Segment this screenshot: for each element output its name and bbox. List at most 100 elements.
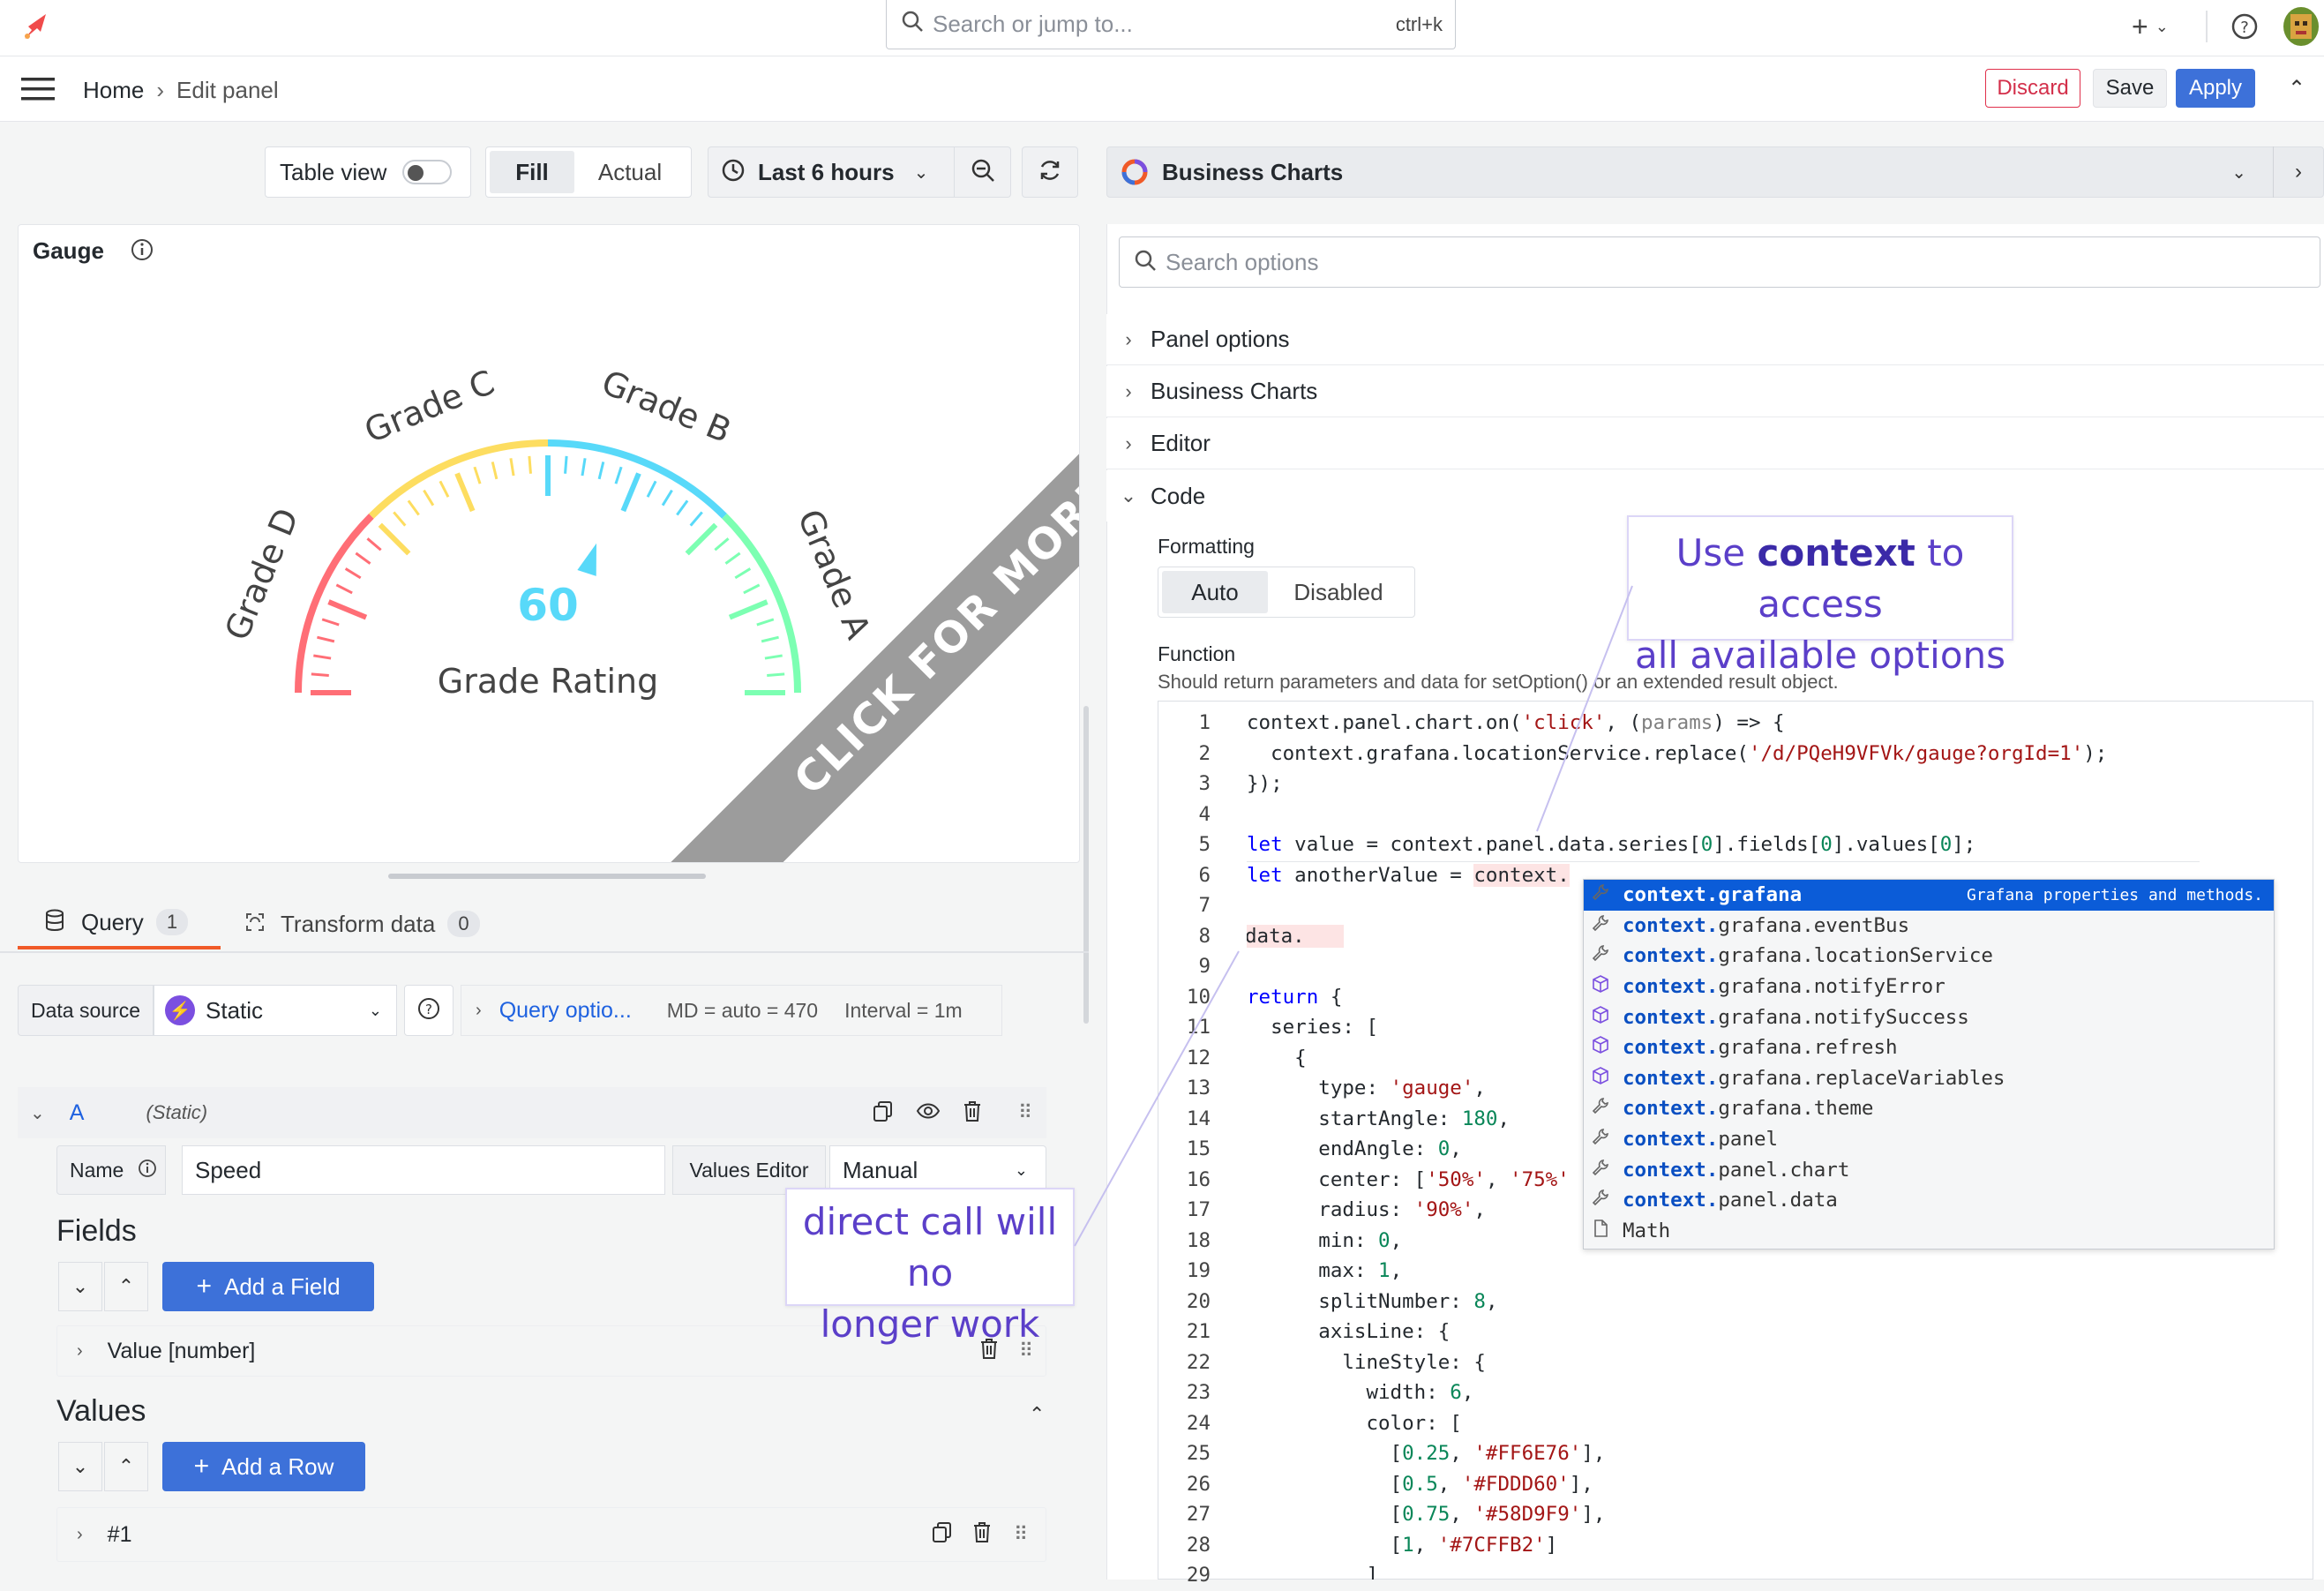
expand-all-button[interactable]: ⌃: [104, 1262, 148, 1311]
query-ref-id: A: [69, 1099, 85, 1125]
autocomplete-match: context.: [1623, 1158, 1719, 1182]
line-number: 17: [1186, 1198, 1211, 1221]
panel-preview: Gauge Grade D Grade C Grade B Grade A 60 Gr…: [18, 224, 1080, 863]
expand-all-rows-button[interactable]: ⌃: [104, 1442, 148, 1491]
avatar[interactable]: [2283, 7, 2319, 46]
autocomplete-item[interactable]: context. grafana.locationService: [1584, 941, 2274, 972]
name-input[interactable]: Speed: [182, 1145, 665, 1195]
gauge-chart[interactable]: Grade D Grade C Grade B Grade A 60 Grade Ra…: [19, 225, 1080, 863]
name-value: Speed: [195, 1156, 262, 1183]
chevron-down-icon: ⌄: [1014, 1160, 1028, 1179]
datasource-label: Data source: [18, 985, 154, 1036]
name-label: Name: [70, 1158, 124, 1182]
section-code[interactable]: ⌄ Code: [1106, 470, 2324, 522]
discard-button[interactable]: Discard: [1985, 69, 2080, 108]
autocomplete-item[interactable]: context. grafana.notifySuccess: [1584, 1002, 2274, 1032]
visualization-picker[interactable]: Business Charts ⌄ ›: [1106, 146, 2324, 198]
query-options-link[interactable]: Query optio...: [499, 998, 632, 1024]
cube-icon: [1591, 1035, 1623, 1060]
datasource-row: Data source ⚡ Static ⌄ ? › Query optio..…: [18, 985, 1029, 1036]
trash-icon[interactable]: [962, 1099, 983, 1127]
chevron-up-icon[interactable]: ⌃: [1029, 1403, 1045, 1426]
autocomplete-match: context.grafana: [1623, 883, 1803, 907]
transform-icon: [244, 911, 270, 938]
autocomplete-item[interactable]: context. panel: [1584, 1124, 2274, 1155]
gauge-tick: [714, 537, 730, 552]
breadcrumb-home[interactable]: Home: [83, 77, 144, 104]
drag-handle-icon[interactable]: ⠿: [1018, 1101, 1032, 1124]
duplicate-icon[interactable]: [931, 1520, 954, 1550]
line-number: 24: [1186, 1411, 1211, 1435]
section-editor[interactable]: › Editor: [1106, 418, 2324, 469]
search-bar[interactable]: Search or jump to... ctrl+k: [886, 0, 1456, 49]
resize-handle[interactable]: [388, 874, 706, 879]
info-icon[interactable]: [138, 1159, 157, 1182]
fill-option[interactable]: Fill: [490, 151, 574, 193]
refresh-button[interactable]: [1022, 146, 1078, 198]
vertical-scrollbar[interactable]: [1083, 706, 1089, 1024]
chevron-up-icon[interactable]: ⌃: [2283, 76, 2310, 102]
autocomplete-item[interactable]: context. grafana.eventBus: [1584, 911, 2274, 942]
gauge-tick: [614, 466, 623, 484]
code-line: splitNumber: 8,: [1247, 1289, 1498, 1313]
gauge-tick: [355, 552, 371, 565]
duplicate-icon[interactable]: [872, 1099, 895, 1127]
autocomplete-item[interactable]: context. panel.data: [1584, 1185, 2274, 1216]
query-row-header: ⌄ A (Static) ⠿: [18, 1087, 1046, 1138]
autocomplete-item[interactable]: Math: [1584, 1216, 2274, 1247]
help-icon[interactable]: ?: [2229, 11, 2260, 42]
values-editor-value: Manual: [843, 1156, 918, 1183]
autocomplete-item[interactable]: context. grafana.notifyError: [1584, 972, 2274, 1002]
autocomplete-item[interactable]: context. panel.chart: [1584, 1154, 2274, 1185]
gauge-tick: [321, 618, 340, 627]
section-panel-options[interactable]: › Panel options: [1106, 314, 2324, 365]
apply-button[interactable]: Apply: [2176, 69, 2255, 108]
collapse-all-button[interactable]: ⌄: [58, 1262, 102, 1311]
eye-icon[interactable]: [916, 1099, 941, 1127]
gauge-tick: [676, 499, 689, 516]
table-view-toggle[interactable]: Table view: [265, 146, 471, 198]
toggle-switch[interactable]: [402, 160, 453, 184]
autocomplete-list[interactable]: context.grafana Grafana properties and me…: [1583, 879, 2275, 1250]
chevron-down-icon[interactable]: ⌄: [30, 1102, 45, 1124]
search-icon: [1134, 249, 1157, 276]
chevron-right-icon[interactable]: ›: [2274, 160, 2323, 184]
save-button[interactable]: Save: [2093, 69, 2167, 108]
trash-icon[interactable]: [971, 1520, 993, 1550]
autocomplete-item[interactable]: context. grafana.refresh: [1584, 1032, 2274, 1063]
value-row-item[interactable]: › #1 ⠿: [56, 1507, 1046, 1562]
line-number: 20: [1186, 1289, 1211, 1313]
autocomplete-match: context.: [1623, 1097, 1719, 1121]
query-options[interactable]: › Query optio... MD = auto = 470 Interva…: [461, 985, 1003, 1036]
cube-icon: [1591, 1005, 1623, 1030]
options-search-input[interactable]: Search options: [1119, 236, 2320, 288]
add-new-button[interactable]: + ⌄: [2132, 9, 2181, 44]
tab-transform[interactable]: Transform data 0: [244, 898, 526, 949]
add-row-button[interactable]: + Add a Row: [162, 1442, 365, 1491]
formatting-disabled[interactable]: Disabled: [1268, 571, 1409, 613]
clock-icon: [721, 158, 747, 187]
add-field-button[interactable]: + Add a Field: [162, 1262, 374, 1311]
gauge-tick: [756, 618, 775, 627]
tab-query[interactable]: Query 1: [18, 898, 221, 949]
drag-handle-icon[interactable]: ⠿: [1014, 1523, 1028, 1546]
section-business-charts[interactable]: › Business Charts: [1106, 366, 2324, 417]
collapse-all-rows-button[interactable]: ⌄: [58, 1442, 102, 1491]
line-number: 9: [1198, 955, 1211, 978]
formatting-label: Formatting: [1158, 535, 1255, 558]
gauge-value: 60: [517, 580, 579, 631]
chevron-down-icon: ⌄: [2155, 17, 2169, 35]
zoom-out-button[interactable]: [955, 146, 1011, 198]
grafana-logo-icon[interactable]: [19, 9, 55, 44]
datasource-select[interactable]: ⚡ Static ⌄: [154, 985, 398, 1036]
actual-option[interactable]: Actual: [574, 151, 686, 193]
menu-icon[interactable]: [21, 76, 55, 102]
autocomplete-item[interactable]: context.grafana Grafana properties and me…: [1584, 880, 2274, 911]
autocomplete-item[interactable]: context. grafana.theme: [1584, 1093, 2274, 1124]
gauge-tick: [689, 511, 703, 527]
gauge-grade-label: Grade A: [791, 504, 879, 644]
help-button[interactable]: ?: [404, 985, 454, 1036]
formatting-auto[interactable]: Auto: [1162, 571, 1268, 613]
time-picker[interactable]: Last 6 hours ⌄: [708, 146, 955, 198]
autocomplete-item[interactable]: context. grafana.replaceVariables: [1584, 1063, 2274, 1094]
